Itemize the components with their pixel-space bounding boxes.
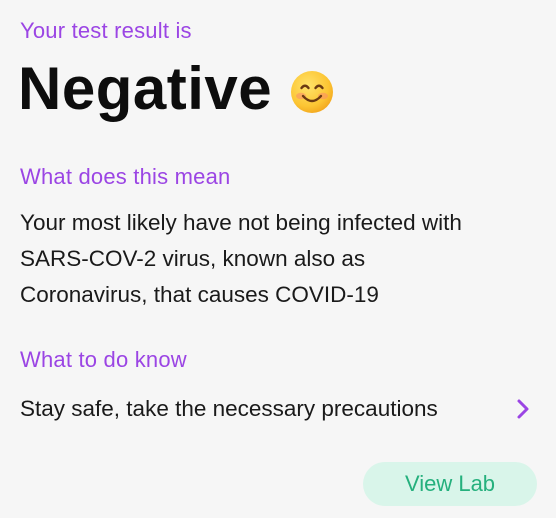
smiling-face-icon xyxy=(291,70,334,113)
meaning-line: SARS-COV-2 virus, known also as xyxy=(20,246,366,271)
chevron-right-icon xyxy=(517,399,529,419)
result-intro-label: Your test result is xyxy=(20,18,192,43)
view-lab-button[interactable]: View Lab xyxy=(363,462,537,506)
meaning-label: What does this mean xyxy=(20,164,231,189)
meaning-description: Your most likely have not being infected… xyxy=(20,205,530,313)
next-steps-label: What to do know xyxy=(20,347,187,372)
meaning-line: Coronavirus, that causes COVID-19 xyxy=(20,282,379,307)
test-result-card: Your test result is Negative What does t… xyxy=(0,0,556,518)
result-headline: Negative xyxy=(18,54,334,123)
meaning-line: Your most likely have not being infected… xyxy=(20,210,462,235)
precautions-text: Stay safe, take the necessary precaution… xyxy=(20,396,438,421)
result-value: Negative xyxy=(18,55,273,122)
precautions-row[interactable]: Stay safe, take the necessary precaution… xyxy=(20,390,536,428)
